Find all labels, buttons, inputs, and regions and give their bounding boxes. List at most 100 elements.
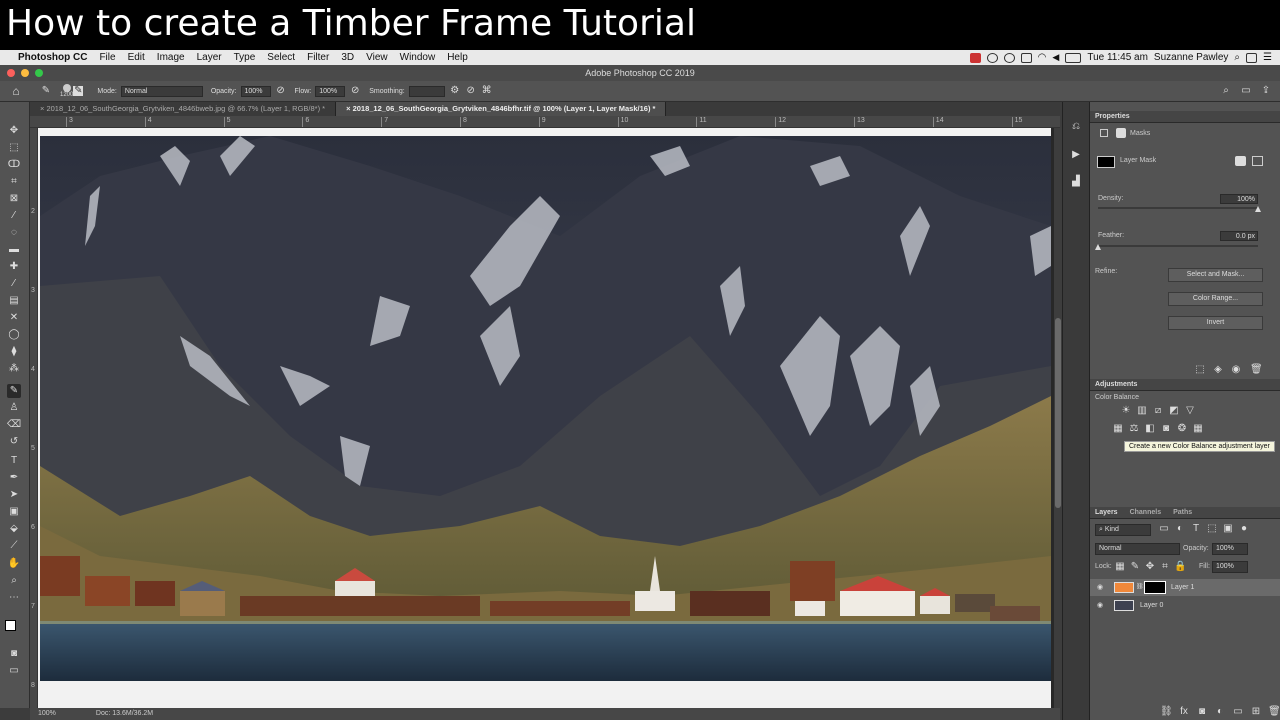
brush-tool-icon-active[interactable]: ✎ xyxy=(7,384,21,398)
menu-user[interactable]: Suzanne Pawley xyxy=(1154,52,1229,63)
exposure-icon[interactable]: ◩ xyxy=(1168,405,1180,417)
red-eye-tool-icon[interactable]: ⁂ xyxy=(7,362,21,376)
adjustments-header[interactable]: Adjustments xyxy=(1090,379,1280,391)
airbrush-icon[interactable]: ⊘ xyxy=(349,85,361,97)
density-input[interactable]: 100% xyxy=(1220,194,1258,204)
opacity-input[interactable]: 100% xyxy=(240,85,271,97)
filter-adjustment-icon[interactable]: ◐ xyxy=(1174,523,1186,535)
time-machine-icon[interactable] xyxy=(1003,52,1015,63)
menu-layer[interactable]: Layer xyxy=(191,52,228,63)
menu-select[interactable]: Select xyxy=(261,52,301,63)
ruler-tool-icon[interactable]: ▬ xyxy=(7,243,21,257)
color-lookup-icon[interactable]: ▦ xyxy=(1192,423,1204,435)
more-tools-icon[interactable]: ⋯ xyxy=(7,591,21,605)
eraser-tool-icon[interactable]: ⌫ xyxy=(7,418,21,432)
new-layer-icon[interactable]: ⊞ xyxy=(1250,706,1262,718)
menu-clock[interactable]: Tue 11:45 am xyxy=(1087,52,1148,63)
new-group-icon[interactable]: ▭ xyxy=(1232,706,1244,718)
select-and-mask-button[interactable]: Select and Mask... xyxy=(1168,268,1263,282)
smoothing-gear-icon[interactable]: ⚙ xyxy=(449,85,461,97)
marquee-tool-icon[interactable]: ⬚ xyxy=(7,141,21,155)
zoom-readout[interactable]: 100% xyxy=(38,708,56,720)
quick-mask-icon[interactable]: ◙ xyxy=(7,647,21,661)
actions-panel-icon[interactable]: ▶ xyxy=(1069,148,1083,162)
flow-input[interactable]: 100% xyxy=(315,85,346,97)
hue-saturation-icon[interactable]: ▦ xyxy=(1112,423,1124,435)
select-mask-icon[interactable] xyxy=(1235,156,1246,166)
color-range-button[interactable]: Color Range... xyxy=(1168,292,1263,306)
new-adjustment-icon[interactable]: ◐ xyxy=(1214,706,1226,718)
pixel-mask-icon[interactable] xyxy=(1100,129,1108,137)
menu-edit[interactable]: Edit xyxy=(122,52,151,63)
invert-button[interactable]: Invert xyxy=(1168,316,1263,330)
quick-select-tool-icon[interactable]: ◌ xyxy=(7,226,21,240)
tab-jpg-document[interactable]: × 2018_12_06_SouthGeorgia_Grytviken_4846… xyxy=(30,102,337,116)
tab-tif-document[interactable]: × 2018_12_06_SouthGeorgia_Grytviken_4846… xyxy=(336,102,667,116)
blur-tool-icon[interactable]: ⟋ xyxy=(7,539,21,553)
vertical-scrollbar[interactable] xyxy=(1054,128,1062,708)
layer-style-icon[interactable]: fx xyxy=(1178,706,1190,718)
lock-image-icon[interactable]: ✎ xyxy=(1129,561,1141,573)
layer-row-layer-0[interactable]: ◉ Layer 0 xyxy=(1090,597,1280,614)
layer-0-visibility-icon[interactable]: ◉ xyxy=(1097,597,1103,614)
layer-mask-link-icon[interactable]: ⛓ xyxy=(1136,579,1144,596)
hand-tool-icon[interactable]: ✋ xyxy=(7,557,21,571)
doc-size-readout[interactable]: Doc: 13.6M/36.2M xyxy=(96,708,153,720)
color-picker-tool-icon[interactable]: ⁄ xyxy=(7,277,21,291)
menu-3d[interactable]: 3D xyxy=(335,52,360,63)
close-window-button[interactable] xyxy=(7,69,15,77)
visibility-mask-icon[interactable]: ◉ xyxy=(1230,364,1242,376)
spotlight-icon[interactable]: ⌕ xyxy=(1234,52,1240,63)
shape-rect-tool-icon[interactable]: ◯ xyxy=(7,328,21,342)
frame-tool-icon[interactable]: ⊠ xyxy=(7,192,21,206)
lock-transparent-icon[interactable]: ▦ xyxy=(1114,561,1126,573)
color-balance-icon[interactable]: ⚖ xyxy=(1128,423,1140,435)
screen-mode-icon[interactable]: ▭ xyxy=(7,664,21,678)
brush-preset-picker[interactable]: 1200 xyxy=(60,83,73,99)
levels-icon[interactable]: ▥ xyxy=(1136,405,1148,417)
content-aware-move-icon[interactable]: ✕ xyxy=(7,311,21,325)
pressure-size-icon[interactable]: ⊘ xyxy=(465,85,477,97)
fill-input[interactable]: 100% xyxy=(1212,561,1248,573)
black-white-icon[interactable]: ◧ xyxy=(1144,423,1156,435)
crop-tool-icon[interactable]: ⌗ xyxy=(7,175,21,189)
zoom-window-button[interactable] xyxy=(35,69,43,77)
pen-tool-icon[interactable]: ✒ xyxy=(7,471,21,485)
layer-row-layer-1[interactable]: ◉ ⛓ Layer 1 xyxy=(1090,579,1280,596)
properties-header[interactable]: Properties xyxy=(1090,111,1280,123)
gradient-tool-icon[interactable]: ▣ xyxy=(7,505,21,519)
creative-cloud-icon[interactable] xyxy=(986,52,998,63)
layer-1-name[interactable]: Layer 1 xyxy=(1171,579,1194,596)
lock-all-icon[interactable]: 🔒 xyxy=(1174,561,1186,573)
bandaid-tool-icon[interactable]: ⧫ xyxy=(7,345,21,359)
feather-input[interactable]: 0.0 px xyxy=(1220,231,1258,241)
display-icon[interactable] xyxy=(1246,52,1258,63)
zoom-tool-icon[interactable]: ⌕ xyxy=(7,574,21,588)
vector-mask-icon[interactable] xyxy=(1252,156,1263,166)
history-brush-icon[interactable]: ↺ xyxy=(7,435,21,449)
filter-shape-icon[interactable]: ⬚ xyxy=(1206,523,1218,535)
brush-tool-icon[interactable]: ✎ xyxy=(40,85,52,97)
tab-channels[interactable]: Channels xyxy=(1130,507,1162,518)
notification-icon[interactable]: ☰ xyxy=(1263,52,1272,63)
channel-mixer-icon[interactable]: ❂ xyxy=(1176,423,1188,435)
menu-help[interactable]: Help xyxy=(441,52,474,63)
filter-toggle-icon[interactable]: ● xyxy=(1238,523,1250,535)
lock-artboard-icon[interactable]: ⌗ xyxy=(1159,561,1171,573)
patch-tool-icon[interactable]: ▤ xyxy=(7,294,21,308)
layer-0-name[interactable]: Layer 0 xyxy=(1140,597,1163,614)
path-select-tool-icon[interactable]: ➤ xyxy=(7,488,21,502)
menu-app-name[interactable]: Photoshop CC xyxy=(12,52,93,63)
apply-mask-icon[interactable]: ◈ xyxy=(1212,364,1224,376)
symmetry-icon[interactable]: ⌘ xyxy=(481,85,493,97)
menu-file[interactable]: File xyxy=(93,52,121,63)
scroll-thumb[interactable] xyxy=(1055,318,1061,508)
lasso-tool-icon[interactable]: ↀ xyxy=(7,158,21,172)
density-slider-thumb[interactable] xyxy=(1255,206,1261,212)
tab-paths[interactable]: Paths xyxy=(1173,507,1192,518)
filter-pixel-icon[interactable]: ▭ xyxy=(1158,523,1170,535)
photo-filter-icon[interactable]: ◙ xyxy=(1160,423,1172,435)
layer-1-mask-thumbnail[interactable] xyxy=(1144,581,1166,594)
layer-mask-icon[interactable] xyxy=(1116,128,1126,138)
minimize-window-button[interactable] xyxy=(21,69,29,77)
